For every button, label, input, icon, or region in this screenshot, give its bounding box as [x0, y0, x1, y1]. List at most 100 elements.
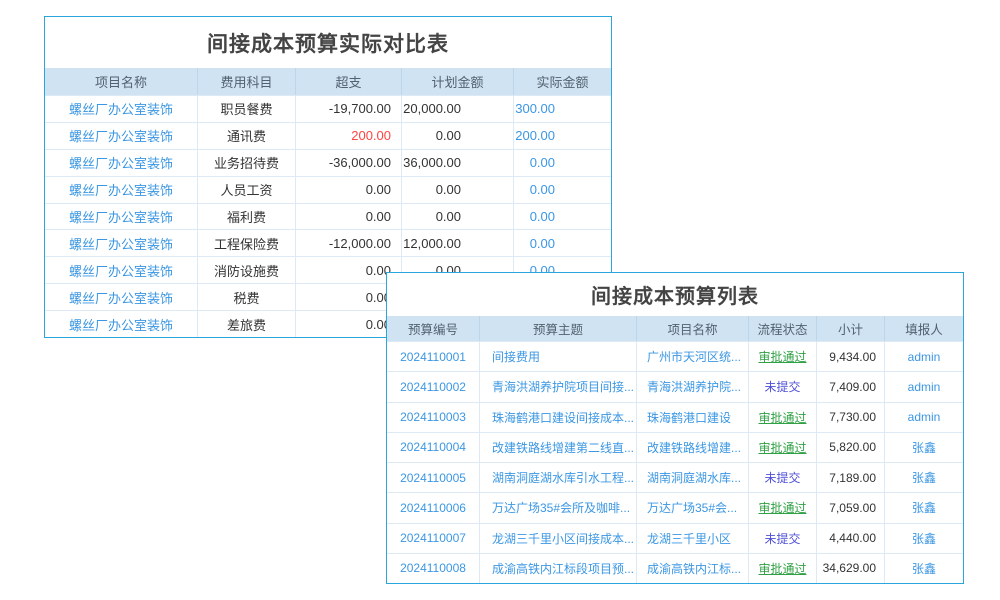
- project-name-link[interactable]: 螺丝厂办公室装饰: [45, 257, 197, 283]
- filler-link[interactable]: 张鑫: [884, 433, 963, 462]
- expense-subject-cell: 福利费: [197, 204, 295, 230]
- budget-list-title: 间接成本预算列表: [387, 273, 963, 316]
- filler-link[interactable]: 张鑫: [884, 554, 963, 583]
- filler-link[interactable]: admin: [884, 403, 963, 432]
- planned-amount-cell: 12,000.00: [401, 230, 513, 256]
- list-row[interactable]: 2024110001 间接费用 广州市天河区统... 审批通过 9,434.00…: [387, 341, 963, 371]
- filler-link[interactable]: 张鑫: [884, 463, 963, 492]
- expense-subject-cell: 人员工资: [197, 177, 295, 203]
- subtotal-cell: 7,409.00: [816, 372, 884, 401]
- column-header-subtotal: 小计: [816, 316, 884, 341]
- actual-amount-link[interactable]: 0.00: [513, 150, 611, 176]
- project-name-link[interactable]: 珠海鹤港口建设: [636, 403, 748, 432]
- flow-status-link[interactable]: 未提交: [748, 463, 816, 492]
- table-row[interactable]: 螺丝厂办公室装饰 福利费 0.00 0.00 0.00: [45, 203, 611, 230]
- budget-no-link[interactable]: 2024110006: [387, 493, 479, 522]
- budget-topic-link[interactable]: 间接费用: [479, 342, 636, 371]
- column-header-budget-no: 预算编号: [387, 316, 479, 341]
- list-row[interactable]: 2024110007 龙湖三千里小区间接成本... 龙湖三千里小区 未提交 4,…: [387, 523, 963, 553]
- project-name-link[interactable]: 改建铁路线增建...: [636, 433, 748, 462]
- budget-topic-link[interactable]: 湖南洞庭湖水库引水工程...: [479, 463, 636, 492]
- project-name-link[interactable]: 螺丝厂办公室装饰: [45, 204, 197, 230]
- flow-status-link[interactable]: 审批通过: [748, 493, 816, 522]
- budget-no-link[interactable]: 2024110005: [387, 463, 479, 492]
- overspend-cell: 200.00: [295, 123, 401, 149]
- subtotal-cell: 7,189.00: [816, 463, 884, 492]
- budget-no-link[interactable]: 2024110002: [387, 372, 479, 401]
- list-row[interactable]: 2024110008 成渝高铁内江标段项目预... 成渝高铁内江标... 审批通…: [387, 553, 963, 583]
- actual-amount-link[interactable]: 300.00: [513, 96, 611, 122]
- flow-status-link[interactable]: 未提交: [748, 372, 816, 401]
- table-row[interactable]: 螺丝厂办公室装饰 人员工资 0.00 0.00 0.00: [45, 176, 611, 203]
- actual-amount-link[interactable]: 0.00: [513, 230, 611, 256]
- budget-topic-link[interactable]: 万达广场35#会所及咖啡...: [479, 493, 636, 522]
- list-row[interactable]: 2024110004 改建铁路线增建第二线直... 改建铁路线增建... 审批通…: [387, 432, 963, 462]
- table-row[interactable]: 螺丝厂办公室装饰 职员餐费 -19,700.00 20,000.00 300.0…: [45, 95, 611, 122]
- project-name-link[interactable]: 螺丝厂办公室装饰: [45, 150, 197, 176]
- project-name-link[interactable]: 螺丝厂办公室装饰: [45, 96, 197, 122]
- subtotal-cell: 4,440.00: [816, 524, 884, 553]
- list-row[interactable]: 2024110005 湖南洞庭湖水库引水工程... 湖南洞庭湖水库... 未提交…: [387, 462, 963, 492]
- expense-subject-cell: 职员餐费: [197, 96, 295, 122]
- budget-topic-link[interactable]: 改建铁路线增建第二线直...: [479, 433, 636, 462]
- budget-topic-link[interactable]: 成渝高铁内江标段项目预...: [479, 554, 636, 583]
- column-header-flow-status: 流程状态: [748, 316, 816, 341]
- project-name-link[interactable]: 万达广场35#会...: [636, 493, 748, 522]
- project-name-link[interactable]: 螺丝厂办公室装饰: [45, 284, 197, 310]
- subtotal-cell: 7,059.00: [816, 493, 884, 522]
- project-name-link[interactable]: 螺丝厂办公室装饰: [45, 230, 197, 256]
- subtotal-cell: 34,629.00: [816, 554, 884, 583]
- planned-amount-cell: 0.00: [401, 177, 513, 203]
- filler-link[interactable]: 张鑫: [884, 493, 963, 522]
- budget-no-link[interactable]: 2024110007: [387, 524, 479, 553]
- actual-amount-link[interactable]: 200.00: [513, 123, 611, 149]
- overspend-cell: -12,000.00: [295, 230, 401, 256]
- filler-link[interactable]: admin: [884, 342, 963, 371]
- flow-status-link[interactable]: 审批通过: [748, 342, 816, 371]
- project-name-link[interactable]: 湖南洞庭湖水库...: [636, 463, 748, 492]
- budget-no-link[interactable]: 2024110004: [387, 433, 479, 462]
- budget-no-link[interactable]: 2024110008: [387, 554, 479, 583]
- column-header-project-name: 项目名称: [45, 68, 197, 95]
- planned-amount-cell: 0.00: [401, 204, 513, 230]
- overspend-cell: -19,700.00: [295, 96, 401, 122]
- project-name-link[interactable]: 螺丝厂办公室装饰: [45, 123, 197, 149]
- budget-topic-link[interactable]: 青海洪湖养护院项目间接...: [479, 372, 636, 401]
- table-row[interactable]: 螺丝厂办公室装饰 工程保险费 -12,000.00 12,000.00 0.00: [45, 229, 611, 256]
- subtotal-cell: 5,820.00: [816, 433, 884, 462]
- flow-status-link[interactable]: 审批通过: [748, 433, 816, 462]
- project-name-link[interactable]: 螺丝厂办公室装饰: [45, 177, 197, 203]
- column-header-filler: 填报人: [884, 316, 963, 341]
- filler-link[interactable]: 张鑫: [884, 524, 963, 553]
- project-name-link[interactable]: 螺丝厂办公室装饰: [45, 311, 197, 337]
- project-name-link[interactable]: 青海洪湖养护院...: [636, 372, 748, 401]
- column-header-actual-amount: 实际金额: [513, 68, 611, 95]
- planned-amount-cell: 0.00: [401, 123, 513, 149]
- list-row[interactable]: 2024110006 万达广场35#会所及咖啡... 万达广场35#会... 审…: [387, 492, 963, 522]
- budget-topic-link[interactable]: 珠海鹤港口建设间接成本...: [479, 403, 636, 432]
- expense-subject-cell: 差旅费: [197, 311, 295, 337]
- subtotal-cell: 9,434.00: [816, 342, 884, 371]
- budget-no-link[interactable]: 2024110001: [387, 342, 479, 371]
- list-row[interactable]: 2024110003 珠海鹤港口建设间接成本... 珠海鹤港口建设 审批通过 7…: [387, 402, 963, 432]
- actual-amount-link[interactable]: 0.00: [513, 204, 611, 230]
- project-name-link[interactable]: 广州市天河区统...: [636, 342, 748, 371]
- table-row[interactable]: 螺丝厂办公室装饰 业务招待费 -36,000.00 36,000.00 0.00: [45, 149, 611, 176]
- list-row[interactable]: 2024110002 青海洪湖养护院项目间接... 青海洪湖养护院... 未提交…: [387, 371, 963, 401]
- column-header-planned-amount: 计划金额: [401, 68, 513, 95]
- project-name-link[interactable]: 成渝高铁内江标...: [636, 554, 748, 583]
- flow-status-link[interactable]: 未提交: [748, 524, 816, 553]
- subtotal-cell: 7,730.00: [816, 403, 884, 432]
- overspend-cell: -36,000.00: [295, 150, 401, 176]
- expense-subject-cell: 税费: [197, 284, 295, 310]
- budget-no-link[interactable]: 2024110003: [387, 403, 479, 432]
- actual-amount-link[interactable]: 0.00: [513, 177, 611, 203]
- planned-amount-cell: 20,000.00: [401, 96, 513, 122]
- project-name-link[interactable]: 龙湖三千里小区: [636, 524, 748, 553]
- table-row[interactable]: 螺丝厂办公室装饰 通讯费 200.00 0.00 200.00: [45, 122, 611, 149]
- flow-status-link[interactable]: 审批通过: [748, 554, 816, 583]
- budget-topic-link[interactable]: 龙湖三千里小区间接成本...: [479, 524, 636, 553]
- filler-link[interactable]: admin: [884, 372, 963, 401]
- flow-status-link[interactable]: 审批通过: [748, 403, 816, 432]
- expense-subject-cell: 工程保险费: [197, 230, 295, 256]
